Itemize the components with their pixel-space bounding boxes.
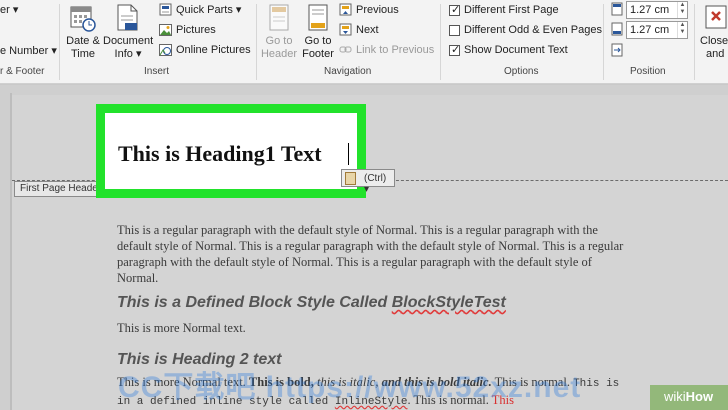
- header-button-partial[interactable]: er ▾: [0, 4, 18, 17]
- different-odd-even-checkbox[interactable]: [449, 25, 460, 36]
- page-number-button[interactable]: e Number ▾: [0, 45, 57, 58]
- heading-highlight-box: This is Heading1 Text: [96, 104, 366, 198]
- show-document-text-checkbox[interactable]: ✓: [449, 44, 460, 56]
- online-pictures-label: Online Pictures: [176, 44, 251, 56]
- previous-label: Previous: [356, 4, 399, 16]
- different-first-page-checkbox[interactable]: ✓: [449, 4, 460, 16]
- block-style-name: BlockStyleTest: [391, 294, 506, 311]
- go-to-header-icon: [269, 4, 289, 31]
- header-position-icon: [611, 2, 623, 16]
- online-pictures-icon: [159, 44, 172, 56]
- footer-position-icon: [611, 22, 623, 36]
- wikihow-badge: wikiHow: [650, 385, 728, 410]
- block-style-heading[interactable]: This is a Defined Block Style Called Blo…: [117, 294, 506, 312]
- heading1-text[interactable]: This is Heading1 Text: [118, 141, 322, 167]
- close-label-2: and: [706, 48, 725, 60]
- paste-options-button[interactable]: (Ctrl) ▾: [341, 169, 395, 195]
- close-header-footer-icon: [705, 5, 727, 29]
- close-label-1: Close: [700, 35, 728, 47]
- group-divider: [256, 4, 257, 80]
- link-icon: [339, 46, 352, 53]
- calendar-clock-icon: [70, 6, 96, 32]
- pictures-label: Pictures: [176, 24, 216, 36]
- watermark-overlay: CC下载吧 https://www.52xz.net: [118, 371, 582, 404]
- quick-parts-icon: [159, 3, 172, 16]
- body-paragraph[interactable]: This is a regular paragraph with the def…: [117, 222, 627, 286]
- group-label-options: Options: [504, 66, 539, 77]
- group-label-position: Position: [630, 66, 666, 77]
- text-cursor: [348, 143, 349, 165]
- document-info-icon: [117, 4, 138, 31]
- group-label-header-footer: r & Footer: [0, 66, 45, 77]
- group-divider: [59, 4, 60, 80]
- previous-icon: [339, 3, 352, 16]
- go-to-footer-label-2: Footer: [302, 48, 334, 60]
- group-divider: [694, 4, 695, 80]
- date-time-label-1: Date &: [66, 35, 100, 47]
- group-divider: [440, 4, 441, 80]
- different-odd-even-label: Different Odd & Even Pages: [464, 24, 602, 36]
- go-to-header-label-1: Go to: [265, 35, 293, 47]
- show-document-text-label: Show Document Text: [464, 44, 568, 56]
- group-label-navigation: Navigation: [324, 66, 372, 77]
- different-first-page-label: Different First Page: [464, 4, 559, 16]
- group-divider: [603, 4, 604, 80]
- spin-arrows-icon[interactable]: ▲ ▼: [677, 22, 687, 38]
- insert-alignment-tab-icon[interactable]: [611, 43, 623, 57]
- group-label-insert: Insert: [144, 66, 170, 77]
- clipboard-icon: [345, 172, 356, 185]
- document-info-label-2: Info ▾: [114, 48, 142, 60]
- first-page-header-tab: First Page Header: [14, 181, 98, 197]
- go-to-footer-icon: [308, 4, 328, 31]
- footer-from-bottom-input[interactable]: 1.27 cm ▲ ▼: [626, 21, 688, 39]
- spin-arrows-icon[interactable]: ▲ ▼: [677, 2, 687, 18]
- quick-parts-label: Quick Parts ▾: [176, 4, 242, 16]
- date-time-label-2: Time: [70, 48, 96, 60]
- document-info-label-1: Document: [103, 35, 154, 47]
- go-to-footer-label-1: Go to: [304, 35, 332, 47]
- paste-options-label: (Ctrl) ▾: [364, 173, 387, 195]
- next-label: Next: [356, 24, 379, 36]
- ribbon: er ▾ e Number ▾ r & Footer Date & Time D…: [0, 0, 728, 84]
- link-to-previous-label: Link to Previous: [356, 44, 435, 56]
- go-to-header-label-2: Header: [260, 48, 298, 60]
- header-from-top-input[interactable]: 1.27 cm ▲ ▼: [626, 1, 688, 19]
- pictures-icon: [159, 24, 172, 36]
- next-icon: [339, 23, 352, 36]
- body-paragraph[interactable]: This is more Normal text.: [117, 320, 246, 336]
